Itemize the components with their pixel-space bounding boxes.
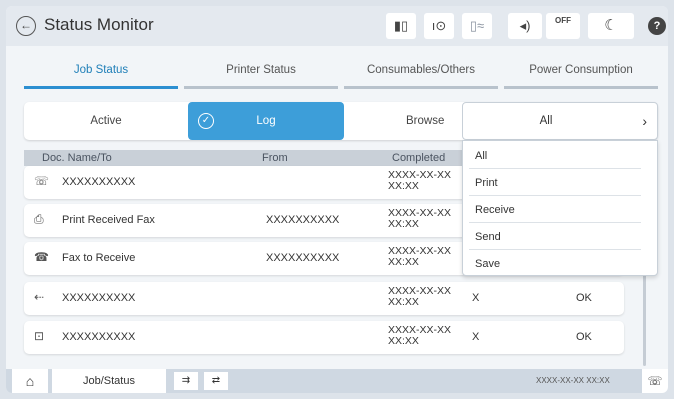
header-bar: ← Status Monitor ▮▯ ı⊙ ▯≈ ◂) OFF ☾ ? — [6, 6, 668, 46]
doc-name: XXXXXXXXXX — [62, 292, 136, 304]
completed-time: XX:XX — [388, 218, 419, 230]
result-value: X — [472, 292, 480, 304]
fax-icon[interactable]: ☏ — [642, 369, 668, 393]
dropdown-option-receive[interactable]: Receive — [469, 197, 641, 223]
column-header-from: From — [262, 152, 288, 164]
doc-name: XXXXXXXXXX — [62, 331, 136, 343]
completed-time: XX:XX — [388, 256, 419, 268]
tab-indicator — [344, 86, 498, 89]
tab-indicator-active — [24, 86, 178, 89]
browse-select[interactable]: All › — [462, 102, 658, 140]
sleep-mode-icon[interactable]: ☾ — [588, 13, 634, 39]
table-row[interactable]: ⇠ XXXXXXXXXX XXXX-XX-XX XX:XX X OK — [24, 282, 624, 315]
completed-value: XXXX-XX-XX XX:XX — [388, 246, 451, 268]
tab-power-consumption[interactable]: Power Consumption — [504, 64, 658, 76]
status-value: OK — [576, 292, 592, 304]
fax-receive-icon: ☎ — [34, 250, 49, 264]
dropdown-option-print[interactable]: Print — [469, 170, 641, 196]
chevron-right-icon: › — [642, 113, 647, 129]
page-title: Status Monitor — [44, 15, 154, 34]
completed-time: XX:XX — [388, 335, 419, 347]
job-queue-icon[interactable]: ⇉ — [174, 372, 198, 390]
dropdown-option-send[interactable]: Send — [469, 224, 641, 250]
from-value: XXXXXXXXXX — [266, 214, 340, 226]
sound-icon[interactable]: ◂) — [508, 13, 542, 39]
dropdown-option-all[interactable]: All — [469, 143, 641, 169]
browse-selected-value: All — [539, 115, 553, 127]
completed-value: XXXX-XX-XX XX:XX — [388, 325, 451, 347]
datetime-display: XXXX-XX-XX XX:XX — [536, 376, 610, 385]
doc-name: Fax to Receive — [62, 252, 136, 264]
fax-send-icon: ☏ — [34, 174, 50, 188]
column-header-doc-name: Doc. Name/To — [42, 152, 112, 164]
log-toggle[interactable]: ✓ Log — [188, 102, 344, 140]
save-fax-icon: ⇠ — [34, 290, 45, 304]
quiet-mode-icon[interactable]: OFF — [546, 13, 580, 39]
completed-value: XXXX-XX-XX XX:XX — [388, 208, 451, 230]
doc-name: XXXXXXXXXX — [62, 176, 136, 188]
completed-time: XX:XX — [388, 296, 419, 308]
wifi-direct-icon[interactable]: ▯≈ — [462, 13, 492, 39]
table-header: Doc. Name/To From Completed — [24, 150, 474, 166]
completed-value: XXXX-XX-XX XX:XX — [388, 170, 451, 192]
completed-value: XXXX-XX-XX XX:XX — [388, 286, 451, 308]
from-value: XXXXXXXXXX — [266, 252, 340, 264]
dropdown-option-save[interactable]: Save — [469, 251, 641, 277]
job-transfer-icon[interactable]: ⇄ — [204, 372, 228, 390]
status-value: OK — [576, 331, 592, 343]
tab-indicator — [504, 86, 658, 89]
help-icon[interactable]: ? — [648, 17, 666, 35]
home-icon[interactable]: ⌂ — [12, 369, 48, 393]
column-header-completed: Completed — [392, 152, 446, 164]
result-value: X — [472, 331, 480, 343]
print-received-fax-icon: ⎙ — [34, 212, 44, 226]
back-button[interactable]: ← — [16, 16, 36, 36]
table-row[interactable]: ⊡ XXXXXXXXXX XXXX-XX-XX XX:XX X OK — [24, 321, 624, 354]
job-status-button[interactable]: Job/Status — [52, 369, 166, 393]
tab-job-status[interactable]: Job Status — [24, 64, 178, 76]
active-toggle[interactable]: Active — [24, 102, 188, 140]
tab-indicator — [184, 86, 338, 89]
browse-dropdown-menu: All Print Receive Send Save — [462, 140, 658, 276]
ink-icon[interactable]: ▮▯ — [386, 13, 416, 39]
footer-bar: ⌂ Job/Status ⇉ ⇄ XXXX-XX-XX XX:XX ☏ — [6, 369, 668, 393]
tab-printer-status[interactable]: Printer Status — [184, 64, 338, 76]
status-monitor-screen: ← Status Monitor ▮▯ ı⊙ ▯≈ ◂) OFF ☾ ? Job… — [6, 6, 668, 393]
fax-error-icon: ⊡ — [34, 329, 45, 343]
completed-time: XX:XX — [388, 180, 419, 192]
tab-consumables-others[interactable]: Consumables/Others — [344, 64, 498, 76]
log-label: Log — [256, 115, 276, 127]
browse-label: Browse — [406, 115, 445, 127]
doc-name: Print Received Fax — [62, 214, 155, 226]
info-signal-icon[interactable]: ı⊙ — [424, 13, 454, 39]
